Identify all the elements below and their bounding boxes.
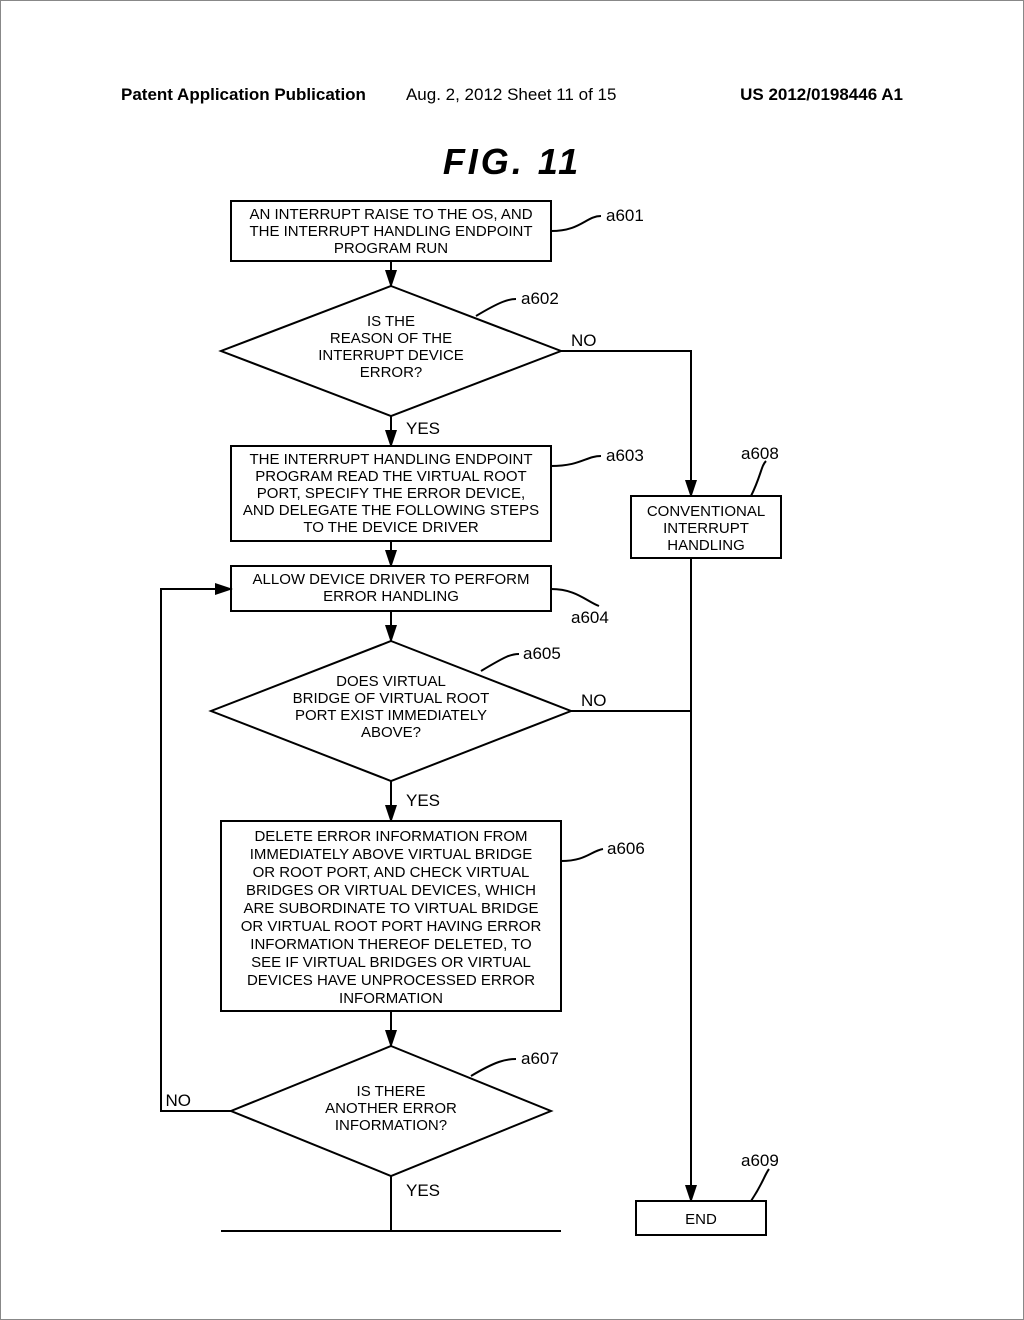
node-a606-line4: BRIDGES OR VIRTUAL DEVICES, WHICH [246, 882, 536, 899]
label-a607: a607 [521, 1049, 559, 1068]
node-a603-line5: TO THE DEVICE DRIVER [303, 519, 478, 536]
node-a606-line3: OR ROOT PORT, AND CHECK VIRTUAL [253, 864, 530, 881]
node-a608-line2: INTERRUPT [663, 520, 749, 537]
node-a604-line1: ALLOW DEVICE DRIVER TO PERFORM [253, 571, 530, 588]
node-a606-line5: ARE SUBORDINATE TO VIRTUAL BRIDGE [243, 900, 538, 917]
node-a602-line1: IS THE [367, 313, 415, 330]
node-a602-line2: REASON OF THE [330, 330, 452, 347]
node-a601-line3: PROGRAM RUN [334, 240, 448, 257]
label-a601: a601 [606, 206, 644, 225]
node-a605-line2: BRIDGE OF VIRTUAL ROOT [293, 690, 490, 707]
page-header: Patent Application Publication Aug. 2, 2… [1, 85, 1023, 105]
label-a609: a609 [741, 1151, 779, 1170]
node-a602-line4: ERROR? [360, 364, 423, 381]
node-a605-line4: ABOVE? [361, 724, 421, 741]
node-a607-line1: IS THERE [357, 1083, 426, 1100]
header-right: US 2012/0198446 A1 [740, 85, 903, 105]
a605-yes: YES [406, 791, 440, 810]
node-a603-line3: PORT, SPECIFY THE ERROR DEVICE, [257, 485, 525, 502]
node-a601-line2: THE INTERRUPT HANDLING ENDPOINT [249, 223, 532, 240]
label-a604: a604 [571, 608, 609, 627]
a607-yes: YES [406, 1181, 440, 1200]
a607-no: NO [166, 1091, 192, 1110]
figure-title: FIG. 11 [1, 141, 1023, 183]
node-a608-line3: HANDLING [667, 537, 745, 554]
flowchart: AN INTERRUPT RAISE TO THE OS, AND THE IN… [131, 191, 891, 1281]
node-a609-line1: END [685, 1211, 717, 1228]
node-a606-line10: INFORMATION [339, 990, 443, 1007]
node-a606-line9: DEVICES HAVE UNPROCESSED ERROR [247, 972, 535, 989]
label-a605: a605 [523, 644, 561, 663]
node-a603-line4: AND DELEGATE THE FOLLOWING STEPS [243, 502, 539, 519]
a605-no: NO [581, 691, 607, 710]
header-left: Patent Application Publication [121, 85, 366, 105]
node-a607-line2: ANOTHER ERROR [325, 1100, 457, 1117]
node-a606-line1: DELETE ERROR INFORMATION FROM [254, 828, 527, 845]
node-a605-line3: PORT EXIST IMMEDIATELY [295, 707, 487, 724]
label-a606: a606 [607, 839, 645, 858]
node-a607-line3: INFORMATION? [335, 1117, 447, 1134]
node-a606-line6: OR VIRTUAL ROOT PORT HAVING ERROR [241, 918, 542, 935]
node-a606-line7: INFORMATION THEREOF DELETED, TO [250, 936, 531, 953]
a602-no: NO [571, 331, 597, 350]
label-a608: a608 [741, 444, 779, 463]
node-a602-line3: INTERRUPT DEVICE [318, 347, 464, 364]
node-a606-line2: IMMEDIATELY ABOVE VIRTUAL BRIDGE [250, 846, 533, 863]
node-a603-line1: THE INTERRUPT HANDLING ENDPOINT [249, 451, 532, 468]
a602-yes: YES [406, 419, 440, 438]
page: Patent Application Publication Aug. 2, 2… [0, 0, 1024, 1320]
node-a606-line8: SEE IF VIRTUAL BRIDGES OR VIRTUAL [251, 954, 531, 971]
label-a603: a603 [606, 446, 644, 465]
node-a603-line2: PROGRAM READ THE VIRTUAL ROOT [255, 468, 526, 485]
header-center: Aug. 2, 2012 Sheet 11 of 15 [406, 85, 616, 105]
node-a605-line1: DOES VIRTUAL [336, 673, 446, 690]
node-a601-line1: AN INTERRUPT RAISE TO THE OS, AND [249, 206, 532, 223]
node-a604-line2: ERROR HANDLING [323, 588, 459, 605]
label-a602: a602 [521, 289, 559, 308]
node-a608-line1: CONVENTIONAL [647, 503, 765, 520]
